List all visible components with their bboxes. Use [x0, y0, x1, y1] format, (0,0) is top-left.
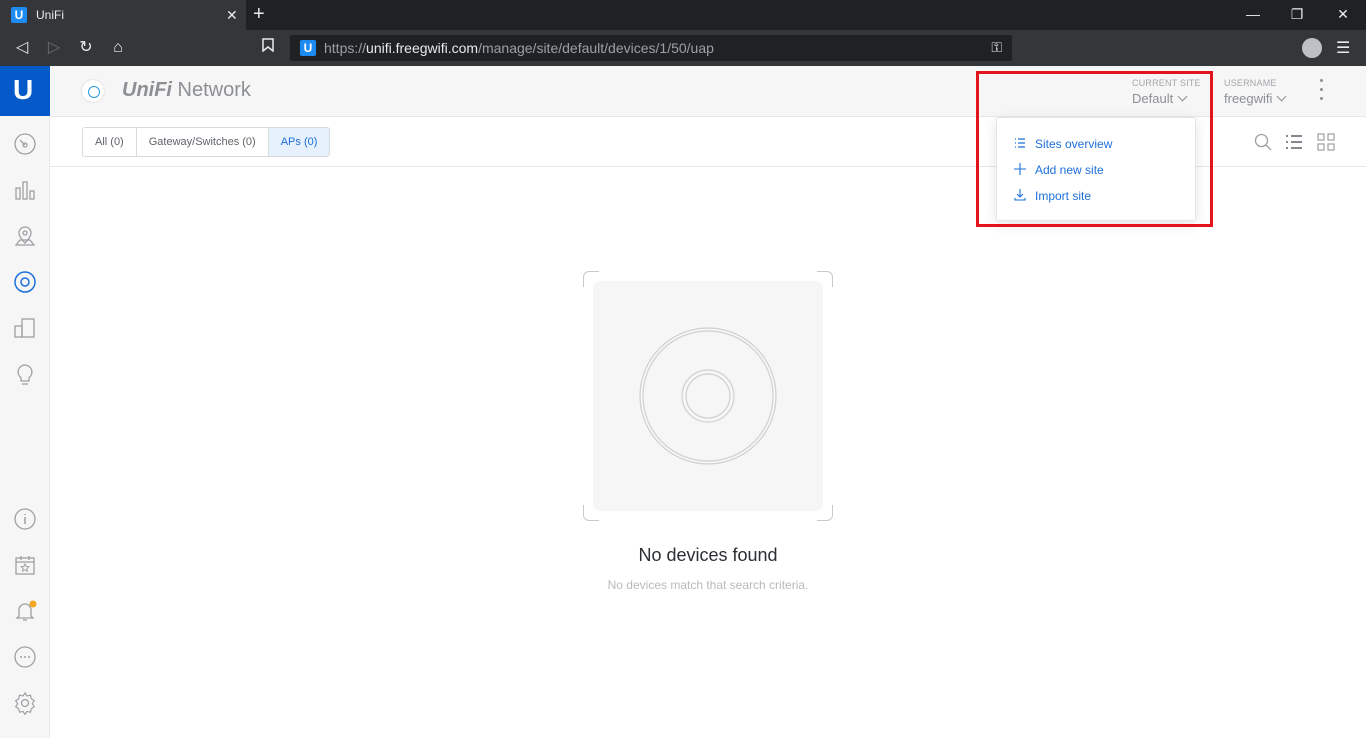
clients-icon[interactable]	[13, 316, 37, 340]
sidebar: U	[0, 66, 50, 738]
username-label: USERNAME	[1224, 78, 1277, 88]
access-point-icon	[639, 327, 777, 465]
new-tab-icon[interactable]: +	[253, 4, 265, 24]
window-close-icon[interactable]: ✕	[1333, 6, 1353, 23]
empty-state-title: No devices found	[638, 545, 778, 565]
brand-prefix: UniFi	[122, 79, 172, 101]
ubiquiti-logo[interactable]: U	[0, 66, 50, 116]
device-type-filter: All (0) Gateway/Switches (0) APs (0)	[82, 127, 331, 157]
browser-menu-icon[interactable]: ☰	[1336, 38, 1350, 58]
insights-icon[interactable]	[13, 362, 37, 386]
browser-tab[interactable]: U UniFi ✕	[0, 0, 246, 30]
more-options-icon[interactable]	[1320, 79, 1324, 105]
bookmark-icon[interactable]	[258, 38, 278, 58]
filter-aps[interactable]: APs (0)	[268, 128, 330, 156]
highlight-box	[976, 71, 1213, 227]
alerts-icon[interactable]	[13, 599, 37, 623]
url-host: unifi.freegwifi.com	[366, 40, 479, 56]
restore-icon[interactable]: ❐	[1287, 6, 1307, 23]
username-selector[interactable]: freegwifi	[1224, 91, 1287, 106]
unifi-favicon-icon: U	[11, 7, 27, 23]
dashboard-icon[interactable]	[13, 132, 37, 156]
list-view-icon[interactable]	[1285, 133, 1303, 151]
unifi-device-icon	[82, 80, 104, 102]
empty-state-illustration	[593, 281, 823, 511]
statistics-icon[interactable]	[13, 178, 37, 202]
alert-dot	[29, 600, 37, 608]
url-scheme: https://	[324, 40, 367, 56]
site-favicon-icon: U	[300, 40, 316, 56]
minimize-icon[interactable]: —	[1243, 6, 1263, 22]
app-brand: UniFi Network	[122, 79, 251, 102]
chevron-down-icon	[1276, 91, 1287, 102]
home-icon[interactable]: ⌂	[108, 38, 128, 58]
logo-letter: U	[13, 74, 34, 105]
search-icon[interactable]	[1254, 133, 1272, 151]
browser-tab-bar: U UniFi ✕ + — ❐ ✕	[0, 0, 1366, 30]
brand-suffix: Network	[172, 79, 251, 101]
map-icon[interactable]	[13, 224, 37, 248]
filter-gateway-switches[interactable]: Gateway/Switches (0)	[136, 128, 269, 156]
devices-icon[interactable]	[13, 270, 37, 294]
empty-state-subtitle: No devices match that search criteria.	[607, 578, 809, 592]
username-value: freegwifi	[1224, 91, 1273, 106]
info-icon[interactable]	[13, 507, 37, 531]
url-text[interactable]: https://unifi.freegwifi.com/manage/site/…	[324, 40, 714, 56]
grid-view-icon[interactable]	[1317, 133, 1335, 151]
url-path: /manage/site/default/devices/1/50/uap	[478, 40, 714, 56]
forward-icon[interactable]: ▷	[44, 38, 64, 58]
reload-icon[interactable]: ↻	[76, 38, 96, 58]
key-icon[interactable]: ⚿	[991, 39, 1002, 56]
profile-avatar[interactable]	[1302, 38, 1322, 58]
close-tab-icon[interactable]: ✕	[226, 7, 238, 24]
address-bar[interactable]: U https://unifi.freegwifi.com/manage/sit…	[290, 35, 1012, 61]
tab-title: UniFi	[36, 8, 65, 22]
chat-icon[interactable]	[13, 645, 37, 669]
filter-all[interactable]: All (0)	[83, 128, 137, 156]
settings-icon[interactable]	[13, 691, 37, 716]
back-icon[interactable]: ◁	[12, 38, 32, 58]
